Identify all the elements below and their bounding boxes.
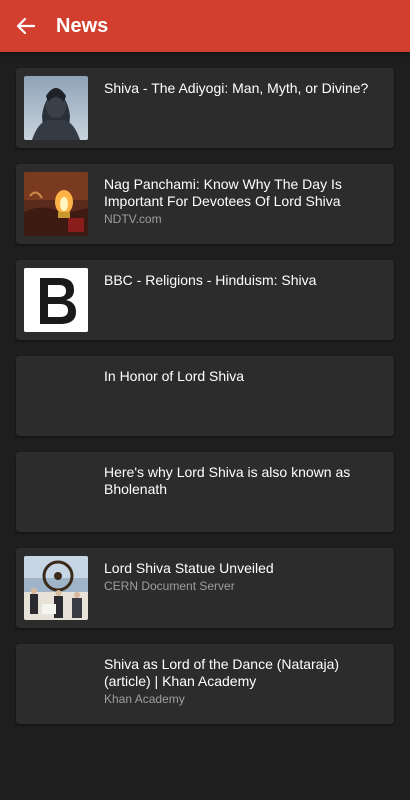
article-thumbnail <box>24 76 88 140</box>
arrow-left-icon <box>16 17 36 35</box>
page-title: News <box>56 14 109 37</box>
news-card[interactable]: Shiva as Lord of the Dance (Nataraja) (a… <box>16 644 394 724</box>
article-source: NDTV.com <box>104 212 162 226</box>
article-thumbnail <box>24 556 88 620</box>
article-headline: Here's why Lord Shiva is also known as B… <box>104 464 351 497</box>
article-headline: Shiva - The Adiyogi: Man, Myth, or Divin… <box>104 80 369 96</box>
article-thumbnail <box>24 172 88 236</box>
news-card[interactable]: Nag Panchami: Know Why The Day Is Import… <box>16 164 394 244</box>
news-card[interactable]: BBC - Religions - Hinduism: Shiva <box>16 260 394 340</box>
article-headline: Shiva as Lord of the Dance (Nataraja) (a… <box>104 656 340 689</box>
news-card[interactable]: Lord Shiva Statue Unveiled CERN Document… <box>16 548 394 628</box>
article-source: CERN Document Server <box>104 579 235 593</box>
news-card[interactable]: In Honor of Lord Shiva <box>16 356 394 436</box>
app-bar: News <box>0 0 410 52</box>
article-headline: Nag Panchami: Know Why The Day Is Import… <box>104 176 342 209</box>
letter-b-logo <box>24 268 88 332</box>
news-card[interactable]: Shiva - The Adiyogi: Man, Myth, or Divin… <box>16 68 394 148</box>
article-headline: In Honor of Lord Shiva <box>104 368 245 384</box>
news-list: Shiva - The Adiyogi: Man, Myth, or Divin… <box>16 68 394 740</box>
article-source: Khan Academy <box>104 692 185 706</box>
article-headline: BBC - Religions - Hinduism: Shiva <box>104 272 317 288</box>
article-headline: Lord Shiva Statue Unveiled <box>104 560 274 576</box>
back-button[interactable] <box>0 0 52 52</box>
news-card[interactable]: Here's why Lord Shiva is also known as B… <box>16 452 394 532</box>
